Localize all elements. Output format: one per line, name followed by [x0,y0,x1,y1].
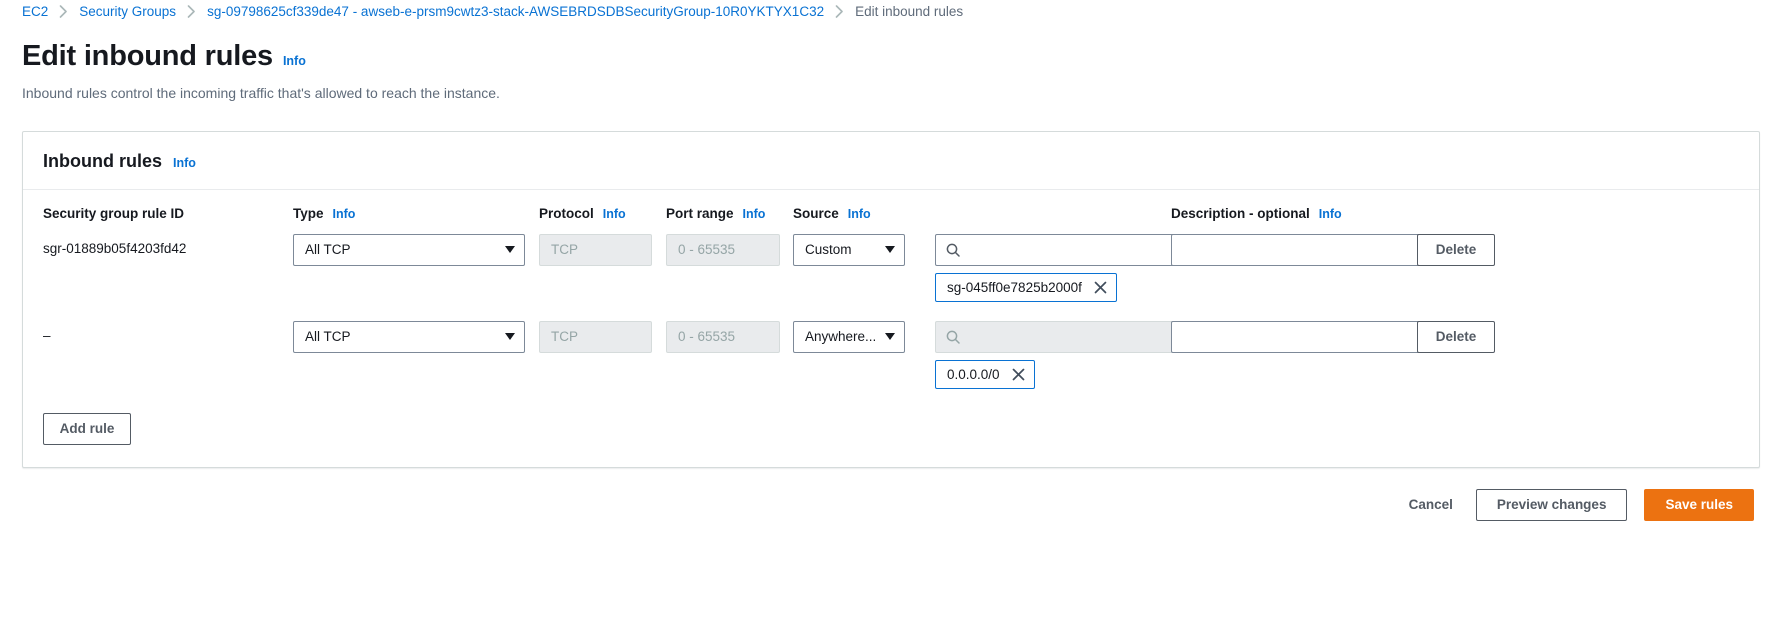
source-kind-select[interactable]: Custom [793,233,905,266]
column-header-source: Source Info [793,205,871,221]
column-header-description: Description - optional Info [1171,205,1342,221]
preview-changes-button[interactable]: Preview changes [1475,488,1628,521]
breadcrumb-item-ec2[interactable]: EC2 [22,4,48,19]
source-search-cell: 0.0.0.0/0 [935,320,1199,389]
rule-id-value: sgr-01889b05f4203fd42 [43,240,187,256]
source-search-cell: sg-045ff0e7825b2000f [935,233,1199,302]
protocol-cell: TCP [539,233,666,266]
protocol-input: TCP [539,233,652,266]
add-rule-button[interactable]: Add rule [43,412,131,445]
card-info-link[interactable]: Info [173,156,196,170]
delete-cell: Delete [1417,320,1739,353]
source-token[interactable]: 0.0.0.0/0 [935,359,1035,389]
inbound-rules-card: Inbound rules Info Security group rule I… [22,130,1760,468]
page-description: Inbound rules control the incoming traff… [22,85,500,102]
source-kind-select[interactable]: Anywhere... [793,320,905,353]
port-range-input: 0 - 65535 [666,320,780,353]
source-kind-cell: Custom [793,233,935,266]
column-header-protocol: Protocol Info [539,205,626,221]
close-icon[interactable] [1094,281,1107,294]
description-cell [1171,320,1436,353]
card-header: Inbound rules Info [23,132,1759,190]
port-range-input: 0 - 65535 [666,233,780,266]
type-info-link[interactable]: Info [333,207,356,221]
protocol-info-link[interactable]: Info [603,207,626,221]
protocol-input: TCP [539,320,652,353]
port-range-info-link[interactable]: Info [743,207,766,221]
delete-cell: Delete [1417,233,1739,266]
description-input[interactable] [1171,233,1436,266]
row-spacer [43,302,1739,321]
breadcrumb-item-security-groups[interactable]: Security Groups [79,4,176,19]
type-select-cell: All TCP [293,233,539,266]
chevron-down-icon [505,246,515,254]
card-title: Inbound rules [43,150,162,171]
source-kind-cell: Anywhere... [793,320,935,353]
port-range-cell: 0 - 65535 [666,320,793,353]
page-info-link[interactable]: Info [283,54,306,68]
type-select-cell: All TCP [293,320,539,353]
breadcrumb: EC2 Security Groups sg-09798625cf339de47… [0,0,1782,22]
column-header-actions [1417,206,1739,219]
breadcrumb-item-security-group[interactable]: sg-09798625cf339de47 - awseb-e-prsm9cwtz… [207,4,824,19]
breadcrumb-item-current: Edit inbound rules [855,3,964,19]
type-select[interactable]: All TCP [293,233,525,266]
type-select[interactable]: All TCP [293,320,525,353]
source-search-input [935,320,1199,353]
source-info-link[interactable]: Info [848,207,871,221]
chevron-right-icon [824,4,855,18]
rules-grid: Security group rule ID Type Info Protoco… [43,206,1739,389]
source-token-label: sg-045ff0e7825b2000f [947,279,1082,295]
description-info-link[interactable]: Info [1319,207,1342,221]
description-cell [1171,233,1436,266]
source-token-row: 0.0.0.0/0 [935,359,1157,389]
source-search-input[interactable] [935,233,1199,266]
search-icon [946,243,960,257]
delete-rule-button[interactable]: Delete [1417,320,1495,353]
cancel-button[interactable]: Cancel [1403,497,1459,512]
chevron-right-icon [48,4,79,18]
source-token-label: 0.0.0.0/0 [947,366,1000,382]
chevron-down-icon [505,333,515,341]
card-body: Security group rule ID Type Info Protoco… [23,190,1759,467]
chevron-down-icon [885,246,895,254]
chevron-right-icon [176,4,207,18]
column-header-port-range: Port range Info [666,205,766,221]
search-icon [946,330,960,344]
port-range-cell: 0 - 65535 [666,233,793,266]
source-token[interactable]: sg-045ff0e7825b2000f [935,272,1117,302]
protocol-cell: TCP [539,320,666,353]
column-header-rule-id: Security group rule ID [43,205,185,221]
footer-actions: Cancel Preview changes Save rules [0,468,1782,521]
chevron-down-icon [885,333,895,341]
page-title: Edit inbound rules [22,40,273,72]
column-header-type: Type Info [293,205,356,221]
save-rules-button[interactable]: Save rules [1644,488,1754,521]
source-token-row: sg-045ff0e7825b2000f [935,272,1157,302]
page-header: Edit inbound rules Info Inbound rules co… [0,22,1782,104]
description-input[interactable] [1171,320,1436,353]
rule-id-value: – [43,327,51,343]
delete-rule-button[interactable]: Delete [1417,233,1495,266]
close-icon[interactable] [1012,368,1025,381]
